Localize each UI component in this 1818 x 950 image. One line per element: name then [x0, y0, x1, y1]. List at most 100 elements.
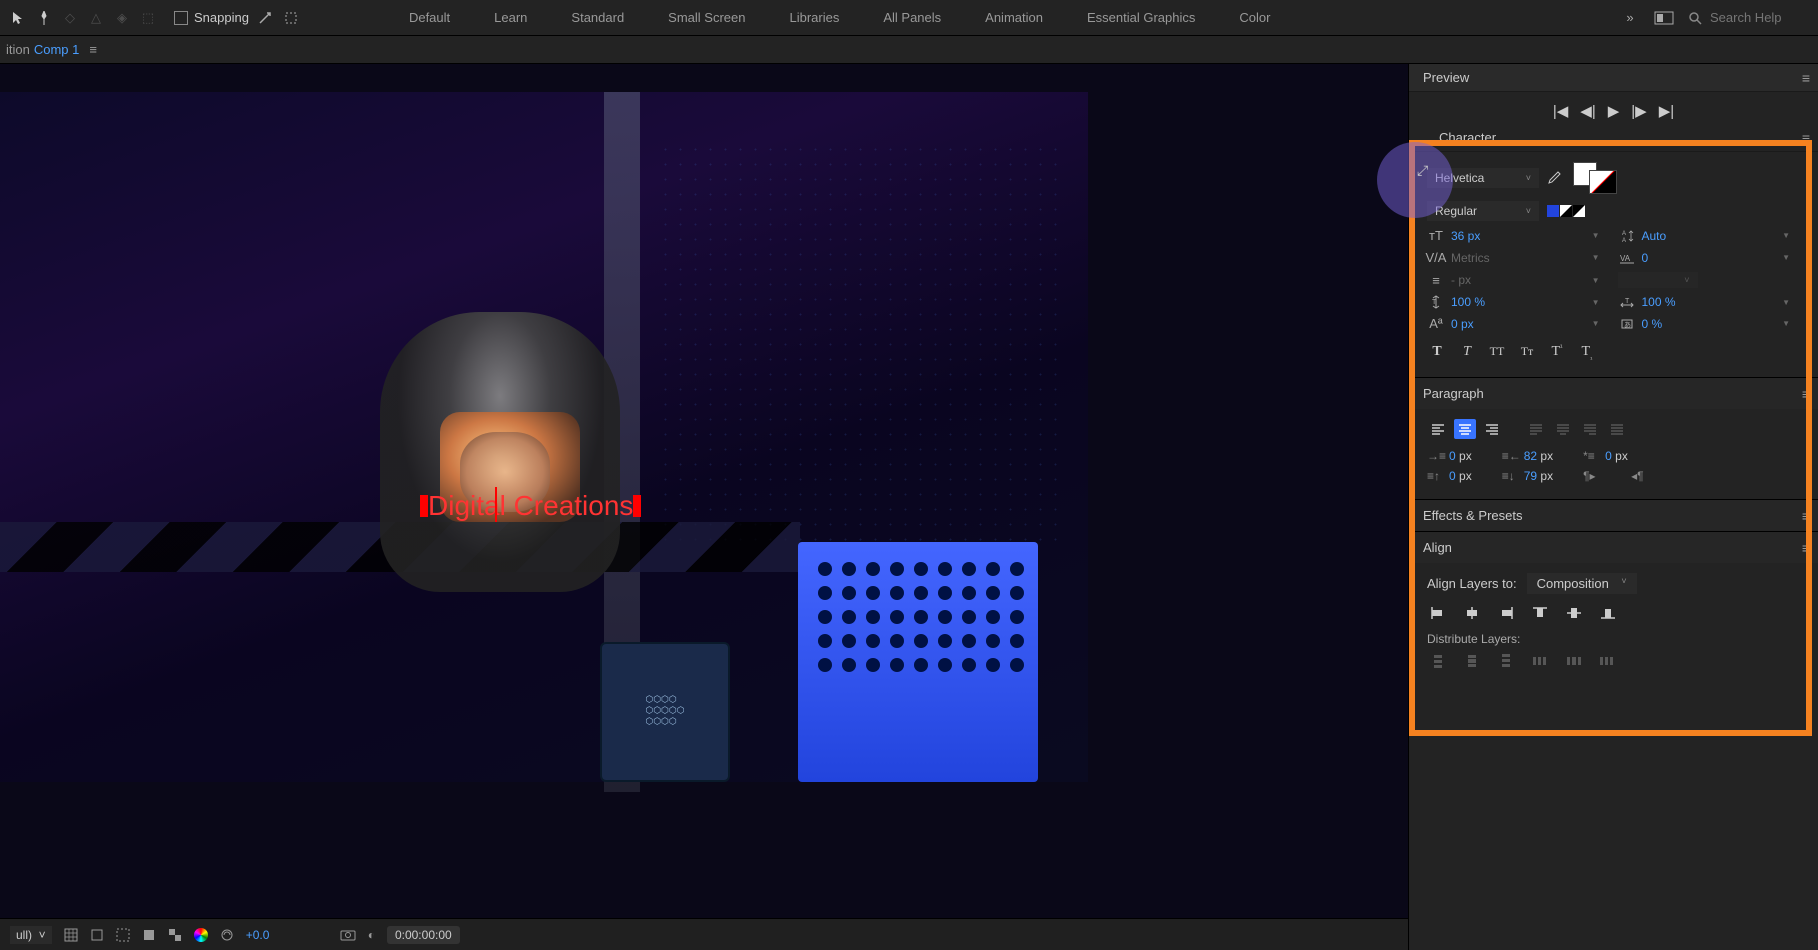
text-layer[interactable]: Digital Creations: [420, 490, 641, 522]
stroke-color-swatch[interactable]: [1589, 170, 1617, 194]
all-caps-button[interactable]: TT: [1487, 344, 1507, 361]
stroke-style-dropdown[interactable]: ˅: [1618, 272, 1698, 288]
workspace-standard[interactable]: Standard: [549, 0, 646, 35]
workspace-default[interactable]: Default: [387, 0, 472, 35]
dropdown-arrow-icon[interactable]: ▼: [1782, 319, 1790, 328]
workspace-essential-graphics[interactable]: Essential Graphics: [1065, 0, 1217, 35]
paragraph-panel-header[interactable]: Paragraph ≡: [1409, 377, 1818, 409]
eyedropper-icon[interactable]: [1547, 171, 1565, 185]
kerning-control[interactable]: V/A Metrics ▼: [1427, 250, 1610, 265]
workspace-all-panels[interactable]: All Panels: [861, 0, 963, 35]
tsume-control[interactable]: あ 0 % ▼: [1618, 317, 1801, 331]
pin-icon[interactable]: [34, 8, 54, 28]
font-family-dropdown[interactable]: Helvetica ˅: [1427, 168, 1539, 188]
tracking-control[interactable]: VA 0 ▼: [1618, 251, 1801, 265]
dropdown-arrow-icon[interactable]: ▼: [1592, 231, 1600, 240]
align-center-button[interactable]: [1454, 419, 1476, 439]
tool-icon-4[interactable]: △: [86, 8, 106, 28]
guides-toggle-icon[interactable]: [90, 928, 104, 942]
search-help[interactable]: [1688, 10, 1810, 25]
mask-toggle-icon[interactable]: [116, 928, 130, 942]
justify-last-center-button[interactable]: [1552, 419, 1574, 439]
superscript-button[interactable]: T¹: [1547, 344, 1567, 361]
workspace-color[interactable]: Color: [1217, 0, 1292, 35]
tool-icon-6[interactable]: ⬚: [138, 8, 158, 28]
comp-name[interactable]: Comp 1: [34, 42, 80, 57]
dropdown-arrow-icon[interactable]: ▼: [1782, 231, 1790, 240]
align-to-dropdown[interactable]: Composition ˅: [1527, 573, 1637, 594]
text-dir-ltr[interactable]: ¶▸: [1583, 469, 1601, 483]
last-frame-icon[interactable]: ▶|: [1659, 102, 1674, 120]
vscale-control[interactable]: T 100 % ▼: [1427, 295, 1610, 309]
faux-italic-button[interactable]: T: [1457, 344, 1477, 361]
reset-exposure-icon[interactable]: [220, 928, 234, 942]
faux-bold-button[interactable]: T: [1427, 344, 1447, 361]
align-v-bottom-button[interactable]: [1597, 604, 1619, 622]
next-frame-icon[interactable]: |▶: [1631, 102, 1646, 120]
paragraph-menu-icon[interactable]: ≡: [1802, 386, 1810, 402]
prev-frame-icon[interactable]: ◀|: [1580, 102, 1595, 120]
small-caps-button[interactable]: Tᴛ: [1517, 344, 1537, 361]
workspace-small-screen[interactable]: Small Screen: [646, 0, 767, 35]
fill-stroke-swatches[interactable]: [1573, 162, 1617, 194]
dropdown-arrow-icon[interactable]: ▼: [1592, 253, 1600, 262]
subscript-button[interactable]: T₁: [1577, 344, 1597, 361]
region-icon[interactable]: [142, 928, 156, 942]
play-icon[interactable]: ▶: [1608, 102, 1620, 120]
align-h-right-button[interactable]: [1495, 604, 1517, 622]
workspace-libraries[interactable]: Libraries: [767, 0, 861, 35]
font-size-control[interactable]: тT 36 px ▼: [1427, 228, 1610, 243]
indent-first-control[interactable]: *≡0 px: [1583, 449, 1628, 463]
align-v-top-button[interactable]: [1529, 604, 1551, 622]
align-h-left-button[interactable]: [1427, 604, 1449, 622]
font-style-dropdown[interactable]: Regular ˅: [1427, 201, 1539, 221]
timecode[interactable]: 0:00:00:00: [387, 926, 460, 944]
character-menu-icon[interactable]: ≡: [1802, 130, 1810, 146]
indent-right-control[interactable]: ≡←82 px: [1502, 449, 1553, 463]
justify-last-right-button[interactable]: [1579, 419, 1601, 439]
justify-last-left-button[interactable]: [1525, 419, 1547, 439]
effects-menu-icon[interactable]: ≡: [1802, 508, 1810, 524]
show-snapshot-icon[interactable]: ◐: [368, 928, 375, 942]
magnification-dropdown[interactable]: ull) ˅: [10, 926, 52, 944]
text-handle-right[interactable]: [633, 495, 641, 517]
text-content[interactable]: Digital Creations: [428, 490, 633, 522]
text-dir-rtl[interactable]: ◂¶: [1631, 469, 1649, 483]
grid-toggle-icon[interactable]: [64, 928, 78, 942]
snapping-checkbox[interactable]: [174, 11, 188, 25]
dropdown-arrow-icon[interactable]: ▼: [1592, 276, 1600, 285]
selection-tool-icon[interactable]: [8, 8, 28, 28]
dropdown-arrow-icon[interactable]: ▼: [1782, 298, 1790, 307]
preview-panel-header[interactable]: Preview ≡: [1409, 64, 1818, 92]
dist-h-right-button[interactable]: [1597, 652, 1619, 670]
snap-option-2-icon[interactable]: [281, 8, 301, 28]
character-panel-header[interactable]: Character ≡: [1409, 124, 1818, 152]
dropdown-arrow-icon[interactable]: ▼: [1592, 319, 1600, 328]
comp-menu-icon[interactable]: ≡: [89, 42, 97, 57]
dropdown-arrow-icon[interactable]: ▼: [1782, 253, 1790, 262]
exposure-value[interactable]: +0.0: [246, 928, 296, 942]
align-v-center-button[interactable]: [1563, 604, 1585, 622]
color-strip[interactable]: [1547, 205, 1585, 217]
workspace-learn[interactable]: Learn: [472, 0, 549, 35]
text-handle-left[interactable]: [420, 495, 428, 517]
color-management-icon[interactable]: [194, 928, 208, 942]
space-after-control[interactable]: ≡↓79 px: [1502, 469, 1553, 483]
dist-v-center-button[interactable]: [1461, 652, 1483, 670]
workspace-animation[interactable]: Animation: [963, 0, 1065, 35]
indent-left-control[interactable]: →≡0 px: [1427, 449, 1472, 463]
align-right-button[interactable]: [1481, 419, 1503, 439]
workspace-reset-icon[interactable]: [1654, 8, 1674, 28]
dist-h-center-button[interactable]: [1563, 652, 1585, 670]
dist-h-left-button[interactable]: [1529, 652, 1551, 670]
tool-icon-3[interactable]: ◇: [60, 8, 80, 28]
dist-v-bottom-button[interactable]: [1495, 652, 1517, 670]
align-left-button[interactable]: [1427, 419, 1449, 439]
undock-panel-icon[interactable]: ⤢: [1417, 162, 1428, 179]
transparency-grid-icon[interactable]: [168, 928, 182, 942]
snapping-toggle[interactable]: Snapping: [174, 10, 249, 25]
search-input[interactable]: [1710, 10, 1810, 25]
snapshot-icon[interactable]: [340, 929, 356, 941]
canvas-area[interactable]: ⬡⬡⬡⬡⬡⬡⬡⬡⬡⬡⬡⬡⬡ Digital Creations: [0, 64, 1408, 918]
space-before-control[interactable]: ≡↑0 px: [1427, 469, 1472, 483]
